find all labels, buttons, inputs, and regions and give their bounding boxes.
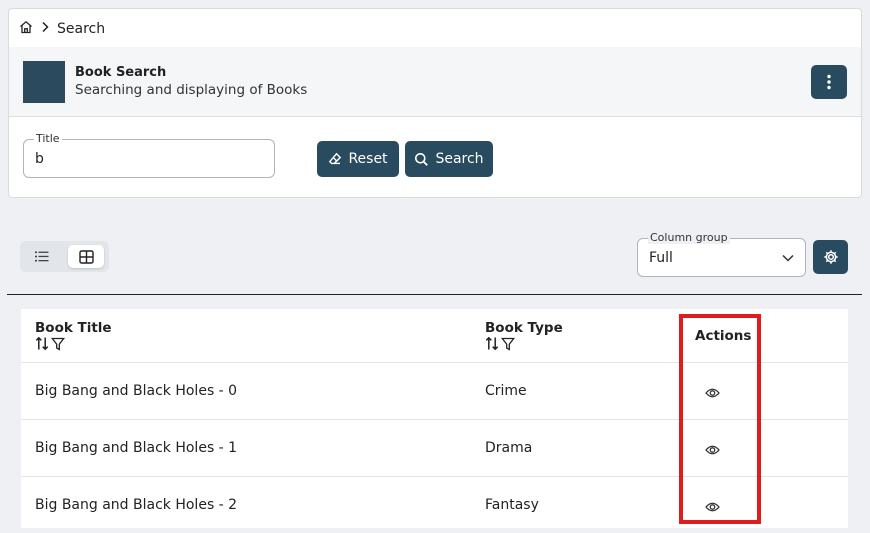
- page-thumbnail: [23, 61, 65, 103]
- column-group-select[interactable]: Column group Full: [637, 231, 806, 277]
- search-button[interactable]: Search: [405, 141, 493, 177]
- book-title-cell: Big Bang and Black Holes - 1: [35, 440, 238, 456]
- chevron-right-icon: [41, 21, 49, 37]
- page-title: Book Search: [75, 65, 167, 80]
- column-header-book-title: Book Title: [35, 320, 112, 336]
- filter-icon[interactable]: [501, 337, 515, 351]
- book-type-cell: Drama: [485, 440, 533, 456]
- more-menu-button[interactable]: [811, 65, 847, 99]
- book-title-header-controls: [35, 336, 65, 351]
- eraser-icon: [329, 152, 342, 165]
- grid-view-button[interactable]: [68, 245, 104, 268]
- reset-button-label: Reset: [348, 151, 388, 167]
- home-icon[interactable]: [19, 20, 33, 38]
- grid-icon: [78, 249, 94, 264]
- column-group-value: Full: [649, 250, 673, 266]
- column-settings-button[interactable]: [813, 240, 848, 274]
- title-input[interactable]: b: [35, 151, 44, 167]
- reset-button[interactable]: Reset: [317, 141, 399, 177]
- column-group-label: Column group: [648, 231, 730, 244]
- filter-icon[interactable]: [51, 337, 65, 351]
- page-header: Book Search Searching and displaying of …: [9, 47, 861, 117]
- book-type-cell: Fantasy: [485, 497, 539, 513]
- search-card: Search Book Search Searching and display…: [8, 8, 862, 198]
- search-button-label: Search: [435, 151, 484, 167]
- title-field-label: Title: [34, 132, 62, 145]
- gear-icon: [823, 250, 838, 264]
- kebab-menu-icon: [827, 74, 831, 90]
- page-subtitle: Searching and displaying of Books: [75, 82, 308, 98]
- search-icon: [415, 152, 429, 166]
- section-divider: [7, 294, 862, 295]
- book-title-cell: Big Bang and Black Holes - 2: [35, 497, 238, 513]
- actions-column-highlight: [679, 314, 761, 524]
- column-header-book-type: Book Type: [485, 320, 563, 336]
- view-mode-toggle: [20, 241, 109, 272]
- list-view-button[interactable]: [24, 245, 60, 268]
- book-title-cell: Big Bang and Black Holes - 0: [35, 383, 238, 399]
- sort-icon[interactable]: [485, 336, 499, 351]
- breadcrumb-current: Search: [57, 21, 106, 37]
- book-type-header-controls: [485, 336, 515, 351]
- book-type-cell: Crime: [485, 383, 527, 399]
- title-field[interactable]: Title b: [23, 132, 275, 178]
- chevron-down-icon: [781, 250, 795, 269]
- breadcrumb: Search: [19, 19, 105, 39]
- sort-icon[interactable]: [35, 336, 49, 351]
- list-icon: [35, 251, 49, 262]
